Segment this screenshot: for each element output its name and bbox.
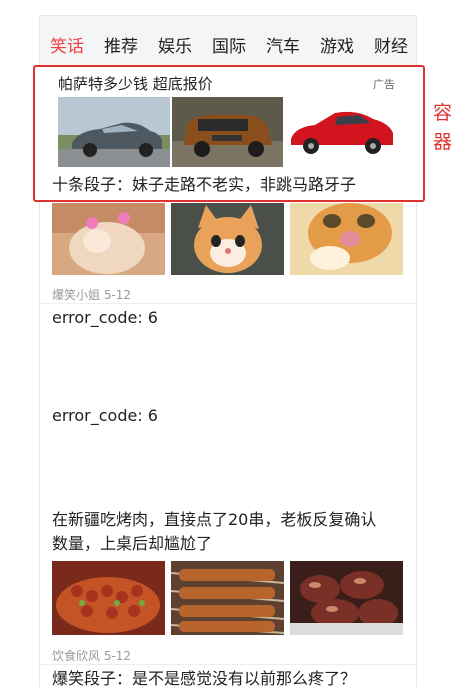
tab-finance[interactable]: 财经	[374, 32, 408, 57]
annotation-label: 容	[433, 102, 453, 124]
tab-entertainment[interactable]: 娱乐	[158, 32, 192, 57]
suv-car-photo[interactable]	[172, 97, 283, 167]
divider	[40, 664, 416, 665]
tab-auto[interactable]: 汽车	[266, 32, 300, 57]
source-label: 爆笑小姐 5-12	[52, 288, 132, 302]
news-title[interactable]: 在新疆吃烤肉，直接点了20串，老板反复确认	[52, 507, 376, 533]
kebab-photo-3[interactable]	[290, 561, 403, 635]
error-message: error_code: 6	[52, 406, 158, 425]
source-label: 饮食欣风 5-12	[52, 649, 132, 663]
ad-tag: 广告	[373, 78, 395, 91]
divider	[40, 303, 416, 304]
tab-jokes[interactable]: 笑话	[50, 32, 84, 57]
kebab-photo-2[interactable]	[171, 561, 284, 635]
red-car-photo[interactable]	[285, 97, 399, 167]
sedan-car-photo[interactable]	[58, 97, 170, 167]
ad-caption[interactable]: 十条段子：妹子走路不老实，非跳马路牙子	[52, 171, 356, 195]
category-tab-bar: 笑话 推荐 娱乐 国际 汽车 游戏 财经	[40, 16, 416, 69]
news-title[interactable]: 爆笑段子：是不是感觉没有以前那么疼了？	[52, 666, 356, 692]
tab-recommend[interactable]: 推荐	[104, 32, 138, 57]
error-message: error_code: 6	[52, 308, 158, 327]
ad-title[interactable]: 帕萨特多少钱 超底报价	[58, 73, 213, 94]
kitten-photo-2[interactable]	[171, 203, 284, 275]
annotation-label: 器	[433, 131, 453, 153]
kitten-photo-1[interactable]	[52, 203, 165, 275]
tab-international[interactable]: 国际	[212, 32, 246, 57]
kitten-photo-3[interactable]	[290, 203, 403, 275]
kebab-photo-1[interactable]	[52, 561, 165, 635]
news-title[interactable]: 数量，上桌后却尴尬了	[52, 531, 212, 557]
tab-games[interactable]: 游戏	[320, 32, 354, 57]
